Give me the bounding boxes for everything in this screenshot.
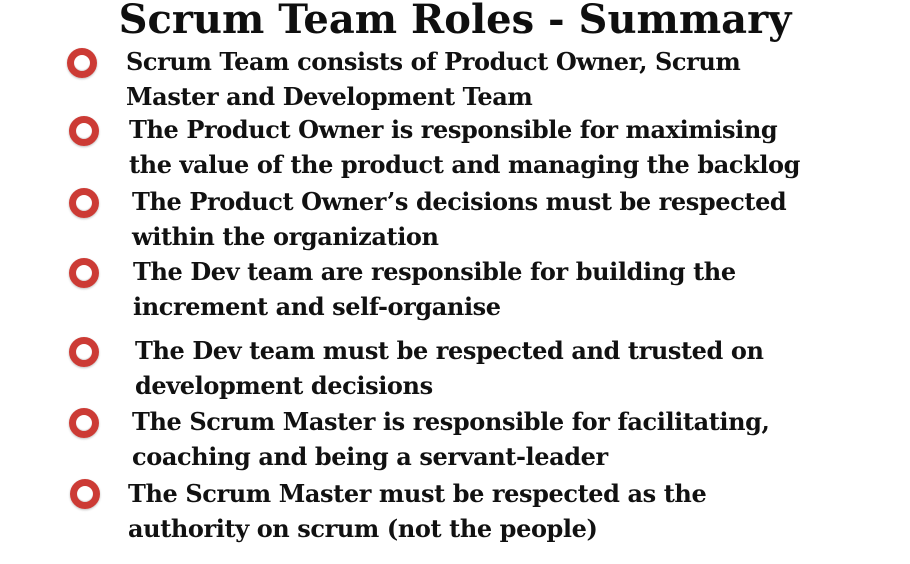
bullet-text-line: within the organization xyxy=(132,222,439,251)
bullet-text-line: The Scrum Master is responsible for faci… xyxy=(132,407,770,436)
bullet-text-line: development decisions xyxy=(135,371,433,400)
bullet-text-line: The Dev team must be respected and trust… xyxy=(135,336,764,365)
bullet-text: Scrum Team consists of Product Owner, Sc… xyxy=(126,44,741,114)
bullet-text: The Dev team are responsible for buildin… xyxy=(133,254,736,324)
red-circle-ring-icon xyxy=(69,408,99,438)
bullet-text: The Scrum Master is responsible for faci… xyxy=(132,404,770,474)
bullet-text: The Scrum Master must be respected as th… xyxy=(128,476,707,546)
red-circle-ring-icon xyxy=(69,337,99,367)
bullet-text-line: the value of the product and managing th… xyxy=(129,150,801,179)
bullet-text-line: coaching and being a servant-leader xyxy=(132,442,608,471)
bullet-text-line: The Dev team are responsible for buildin… xyxy=(133,257,736,286)
bullet-text: The Dev team must be respected and trust… xyxy=(135,333,764,403)
bullet-text-line: authority on scrum (not the people) xyxy=(128,514,598,543)
bullet-text-line: The Product Owner is responsible for max… xyxy=(129,115,778,144)
bullet-text-line: The Product Owner’s decisions must be re… xyxy=(132,187,787,216)
red-circle-ring-icon xyxy=(70,479,100,509)
bullet-text: The Product Owner is responsible for max… xyxy=(129,112,800,182)
bullet-text-line: Scrum Team consists of Product Owner, Sc… xyxy=(126,47,741,76)
bullet-text-line: Master and Development Team xyxy=(126,82,533,111)
red-circle-ring-icon xyxy=(69,188,99,218)
slide: Scrum Team Roles - Summary Scrum Team co… xyxy=(0,0,910,564)
red-circle-ring-icon xyxy=(67,48,97,78)
bullet-text-line: The Scrum Master must be respected as th… xyxy=(128,479,707,508)
slide-title: Scrum Team Roles - Summary xyxy=(118,0,792,43)
bullet-text: The Product Owner’s decisions must be re… xyxy=(132,184,787,254)
red-circle-ring-icon xyxy=(69,116,99,146)
bullet-text-line: increment and self-organise xyxy=(133,292,501,321)
red-circle-ring-icon xyxy=(69,258,99,288)
